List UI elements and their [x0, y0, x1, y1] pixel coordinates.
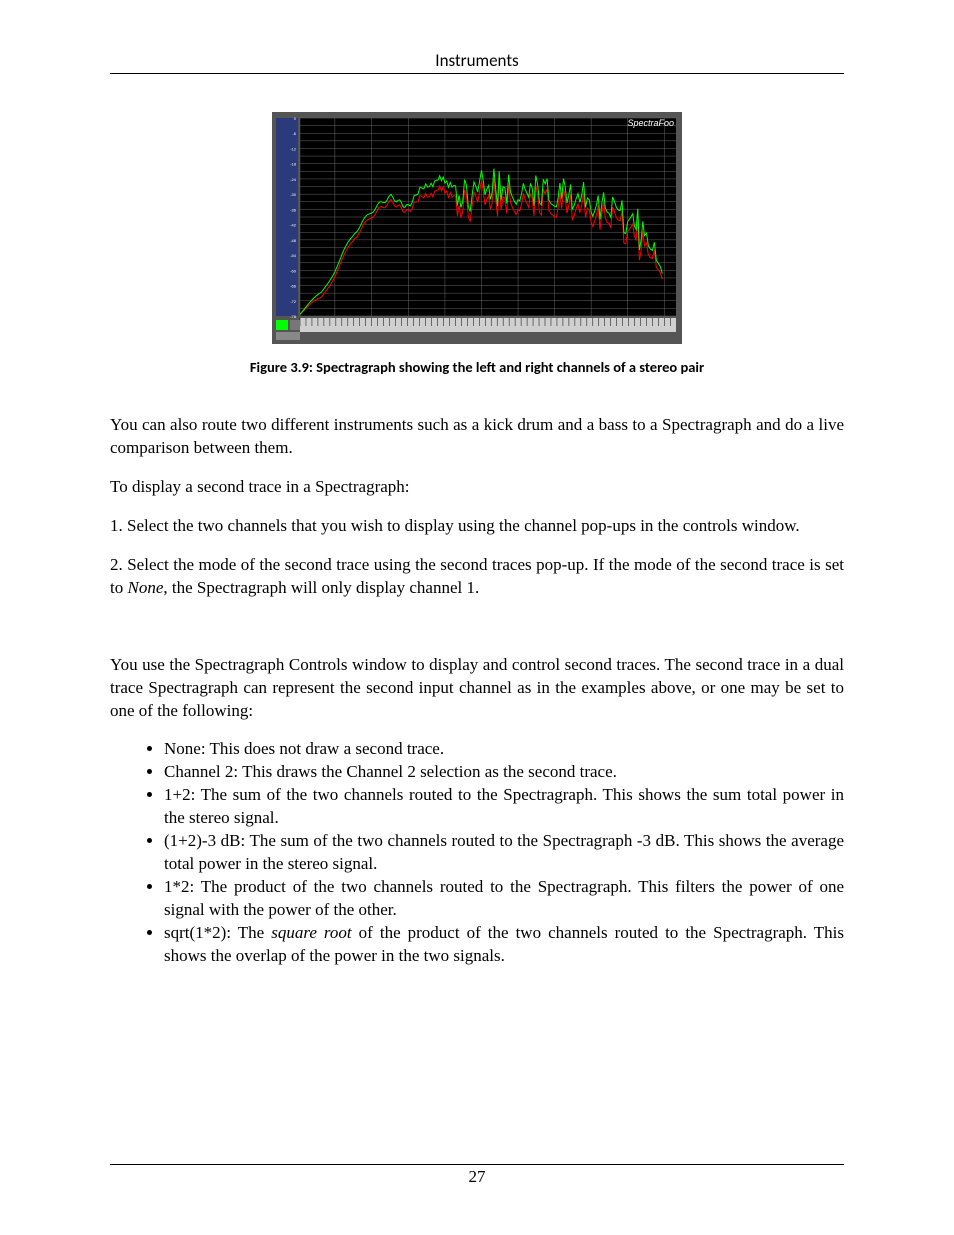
list-item: (1+2)-3 dB: The sum of the two channels …	[164, 830, 844, 876]
svg-text:-60: -60	[290, 268, 297, 273]
list-item: 1*2: The product of the two channels rou…	[164, 876, 844, 922]
svg-text:-18: -18	[290, 162, 297, 167]
body-paragraph: To display a second trace in a Spectragr…	[110, 476, 844, 499]
svg-text:SpectraFoo: SpectraFoo	[627, 118, 674, 128]
text-run: , the Spectragraph will only display cha…	[163, 578, 479, 597]
svg-text:-30: -30	[290, 192, 297, 197]
step-paragraph: 2. Select the mode of the second trace u…	[110, 554, 844, 600]
page: Instruments 0-6-12-18-24-30-36-42-48-54-…	[0, 0, 954, 1235]
list-item: Channel 2: This draws the Channel 2 sele…	[164, 761, 844, 784]
options-list: None: This does not draw a second trace.…	[110, 738, 844, 967]
svg-text:-48: -48	[290, 238, 297, 243]
list-item: sqrt(1*2): The square root of the produc…	[164, 922, 844, 968]
list-item: 1+2: The sum of the two channels routed …	[164, 784, 844, 830]
text-run-italic: None	[127, 578, 163, 597]
step-paragraph: 1. Select the two channels that you wish…	[110, 515, 844, 538]
svg-text:-42: -42	[290, 223, 297, 228]
svg-text:-24: -24	[290, 177, 297, 182]
running-header: Instruments	[110, 50, 844, 74]
svg-text:-12: -12	[290, 146, 297, 151]
page-footer: 27	[110, 1164, 844, 1187]
text-run: sqrt(1*2): The	[164, 923, 271, 942]
svg-text:-36: -36	[290, 207, 297, 212]
list-item: None: This does not draw a second trace.	[164, 738, 844, 761]
svg-text:-78: -78	[290, 314, 297, 319]
figure-caption: Figure 3.9: Spectragraph showing the lef…	[110, 358, 844, 376]
svg-text:-54: -54	[290, 253, 297, 258]
body-paragraph: You can also route two different instrum…	[110, 414, 844, 460]
text-run-italic: square root	[271, 923, 351, 942]
svg-text:-66: -66	[290, 284, 297, 289]
svg-text:-72: -72	[290, 299, 297, 304]
spectragraph-figure: 0-6-12-18-24-30-36-42-48-54-60-66-72-78S…	[272, 112, 682, 344]
spectragraph-chart: 0-6-12-18-24-30-36-42-48-54-60-66-72-78S…	[272, 112, 682, 344]
body-paragraph: You use the Spectragraph Controls window…	[110, 654, 844, 723]
